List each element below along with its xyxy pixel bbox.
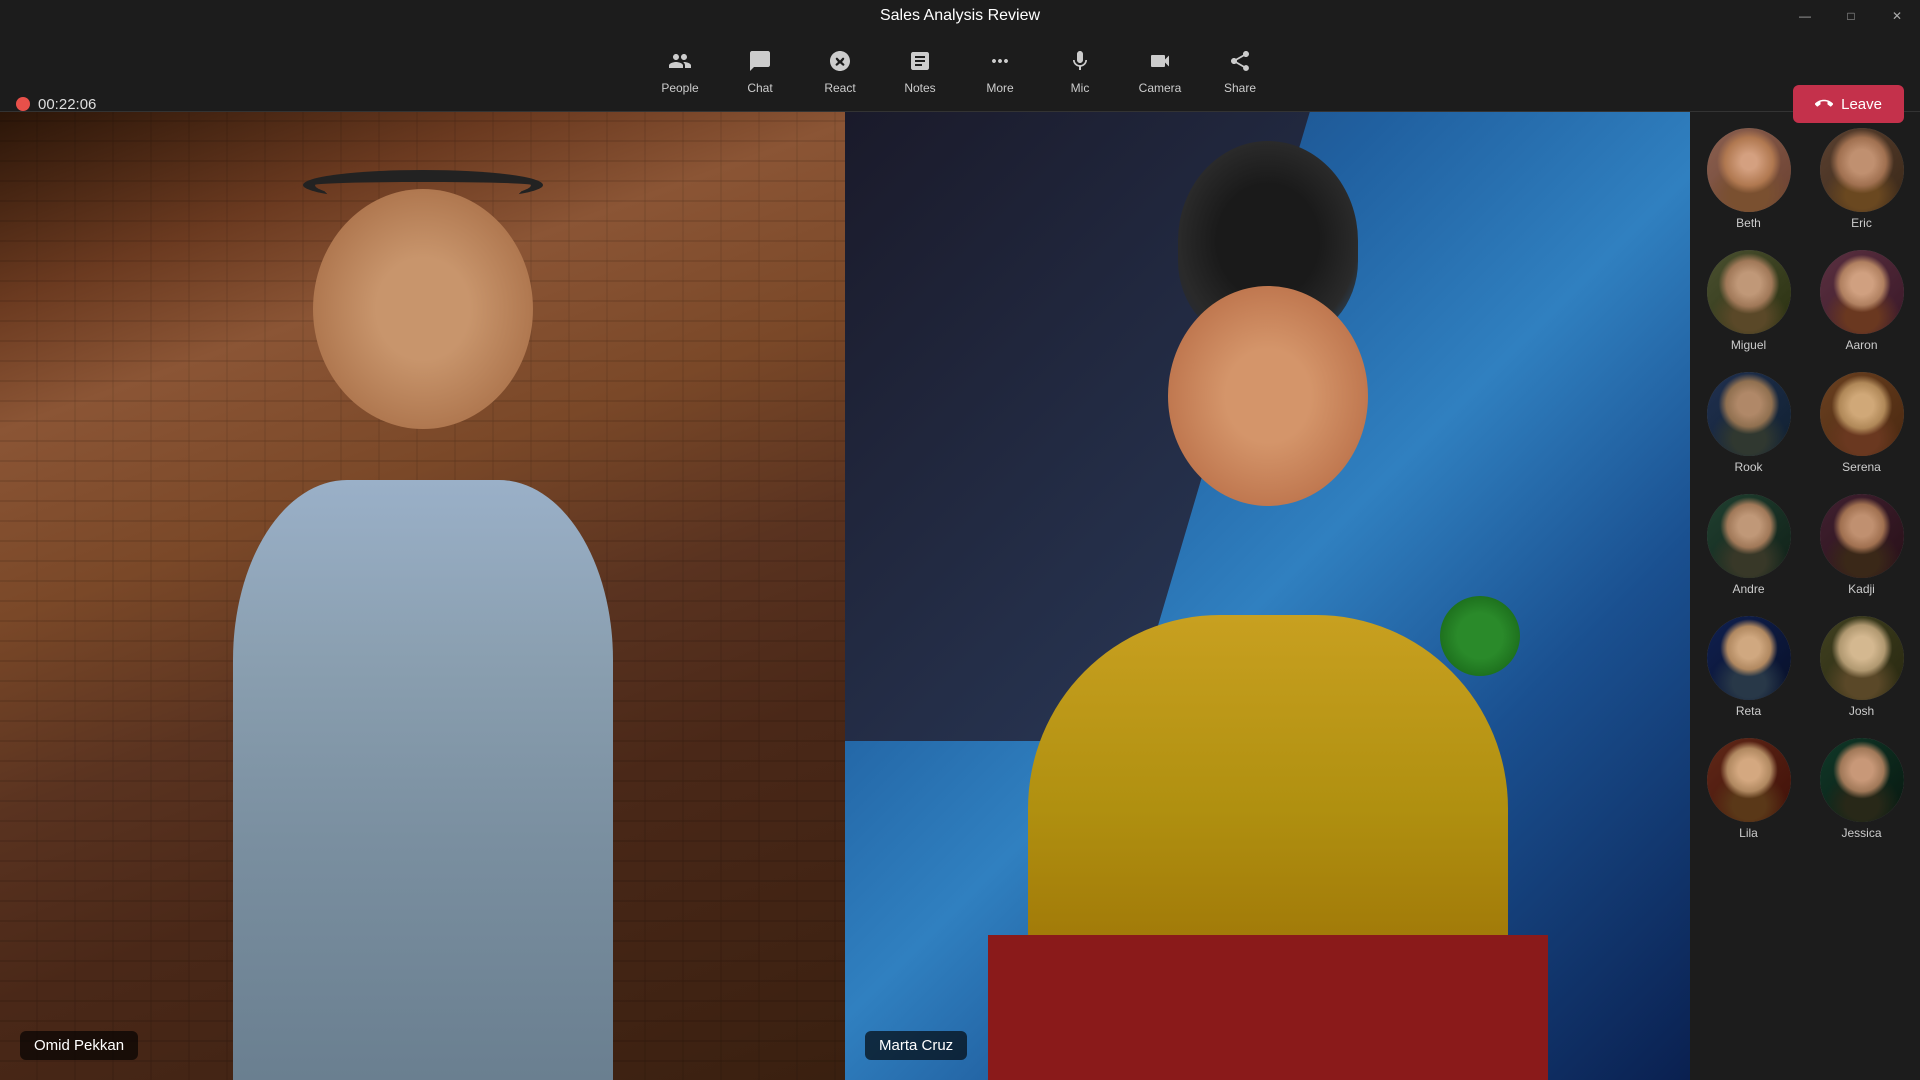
mic-icon: [1068, 49, 1092, 77]
participants-sidebar: Beth Eric Miguel Aaron: [1690, 112, 1920, 1080]
recording-timer: 00:22:06: [16, 64, 96, 144]
share-icon: [1228, 49, 1252, 77]
more-icon: [988, 49, 1012, 77]
omid-nametag: Omid Pekkan: [20, 1031, 138, 1060]
serena-name: Serena: [1842, 460, 1881, 474]
lila-name: Lila: [1739, 826, 1758, 840]
notes-label: Notes: [904, 81, 935, 95]
participant-miguel[interactable]: Miguel: [1696, 244, 1801, 358]
toolbar-share[interactable]: Share: [1200, 37, 1280, 107]
toolbar-notes[interactable]: Notes: [880, 37, 960, 107]
share-label: Share: [1224, 81, 1256, 95]
participant-josh[interactable]: Josh: [1809, 610, 1914, 724]
chat-icon: [748, 49, 772, 77]
lila-avatar: [1707, 738, 1791, 822]
notes-icon: [908, 49, 932, 77]
close-button[interactable]: ✕: [1874, 0, 1920, 32]
more-label: More: [986, 81, 1013, 95]
josh-avatar: [1820, 616, 1904, 700]
mic-label: Mic: [1071, 81, 1090, 95]
leave-button-container: Leave: [1793, 64, 1904, 144]
leave-button[interactable]: Leave: [1793, 85, 1904, 123]
toolbar-camera[interactable]: Camera: [1120, 37, 1200, 107]
people-icon: [668, 49, 692, 77]
rook-avatar: [1707, 372, 1791, 456]
serena-avatar: [1820, 372, 1904, 456]
participant-reta[interactable]: Reta: [1696, 610, 1801, 724]
leave-phone-icon: [1815, 95, 1833, 113]
toolbar-react[interactable]: React: [800, 37, 880, 107]
titlebar: Sales Analysis Review — □ ✕: [0, 0, 1920, 32]
toolbar-mic[interactable]: Mic: [1040, 37, 1120, 107]
video-marta: Marta Cruz: [845, 112, 1690, 1080]
beth-avatar: [1707, 128, 1791, 212]
window-controls: — □ ✕: [1782, 0, 1920, 32]
main-video-area: Omid Pekkan Marta Cruz: [0, 112, 1690, 1080]
camera-icon: [1148, 49, 1172, 77]
react-label: React: [824, 81, 855, 95]
andre-name: Andre: [1732, 582, 1764, 596]
maximize-button[interactable]: □: [1828, 0, 1874, 32]
reta-avatar: [1707, 616, 1791, 700]
miguel-avatar: [1707, 250, 1791, 334]
eric-name: Eric: [1851, 216, 1872, 230]
jessica-name: Jessica: [1841, 826, 1881, 840]
toolbar-more[interactable]: More: [960, 37, 1040, 107]
rook-name: Rook: [1734, 460, 1762, 474]
timer-text: 00:22:06: [38, 96, 96, 113]
participant-kadji[interactable]: Kadji: [1809, 488, 1914, 602]
chat-label: Chat: [747, 81, 772, 95]
kadji-name: Kadji: [1848, 582, 1875, 596]
react-icon: [828, 49, 852, 77]
aaron-avatar: [1820, 250, 1904, 334]
participant-lila[interactable]: Lila: [1696, 732, 1801, 846]
participant-aaron[interactable]: Aaron: [1809, 244, 1914, 358]
beth-name: Beth: [1736, 216, 1761, 230]
participant-andre[interactable]: Andre: [1696, 488, 1801, 602]
minimize-button[interactable]: —: [1782, 0, 1828, 32]
reta-name: Reta: [1736, 704, 1761, 718]
toolbar-chat[interactable]: Chat: [720, 37, 800, 107]
participant-beth[interactable]: Beth: [1696, 122, 1801, 236]
toolbar-people[interactable]: People: [640, 37, 720, 107]
kadji-avatar: [1820, 494, 1904, 578]
leave-label: Leave: [1841, 96, 1882, 113]
video-omid: Omid Pekkan: [0, 112, 845, 1080]
andre-avatar: [1707, 494, 1791, 578]
josh-name: Josh: [1849, 704, 1874, 718]
participant-rook[interactable]: Rook: [1696, 366, 1801, 480]
participant-serena[interactable]: Serena: [1809, 366, 1914, 480]
camera-label: Camera: [1139, 81, 1182, 95]
window-title: Sales Analysis Review: [880, 7, 1040, 25]
recording-indicator: [16, 97, 30, 111]
people-label: People: [661, 81, 698, 95]
toolbar: 00:22:06 People Chat React: [0, 32, 1920, 112]
jessica-avatar: [1820, 738, 1904, 822]
marta-nametag: Marta Cruz: [865, 1031, 967, 1060]
participant-jessica[interactable]: Jessica: [1809, 732, 1914, 846]
miguel-name: Miguel: [1731, 338, 1766, 352]
aaron-name: Aaron: [1845, 338, 1877, 352]
